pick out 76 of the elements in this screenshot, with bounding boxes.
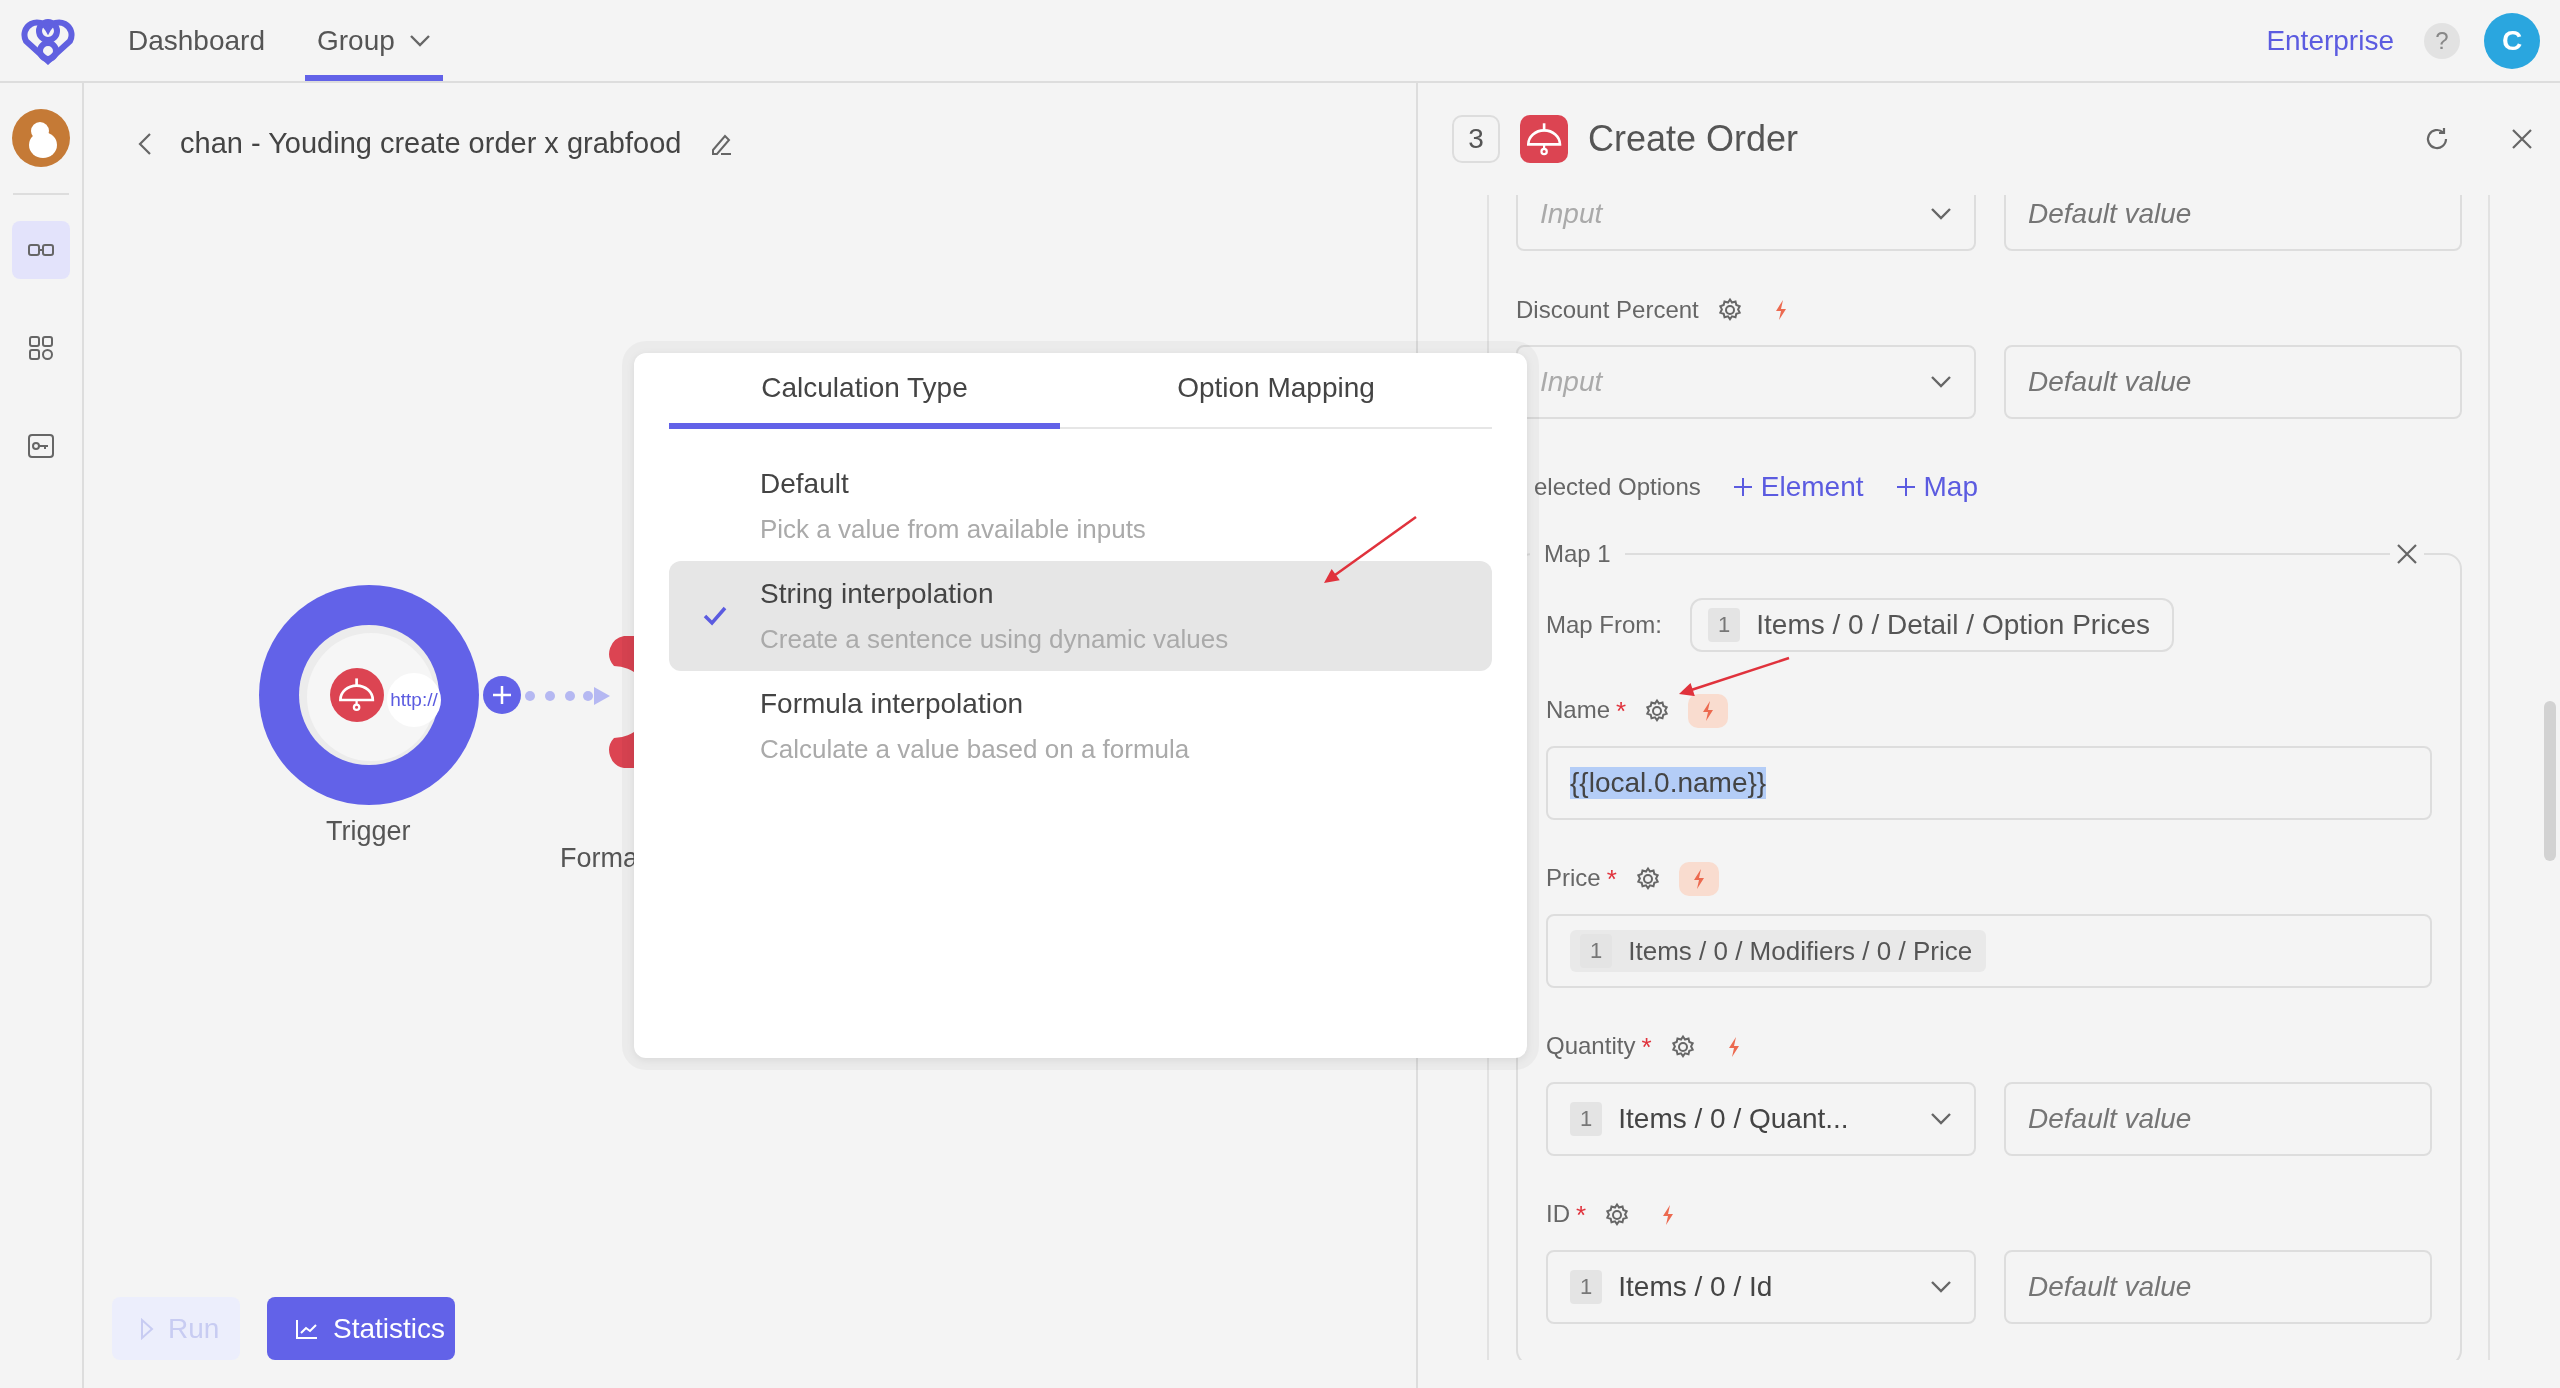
- path-text: Items / 0 / Quant...: [1618, 1103, 1849, 1135]
- index-badge: 1: [1570, 1102, 1603, 1136]
- field-label: ID: [1546, 1199, 1570, 1229]
- key-icon[interactable]: [27, 432, 55, 460]
- section-label: elected Options: [1534, 473, 1701, 501]
- formula-toggle[interactable]: [1688, 694, 1729, 728]
- field-label: Quantity: [1546, 1031, 1636, 1061]
- close-icon[interactable]: [2510, 127, 2534, 151]
- refresh-icon[interactable]: [2424, 126, 2450, 152]
- nav-tab[interactable]: Dashboard: [116, 0, 277, 81]
- node-label: Trigger: [326, 816, 411, 847]
- nav-tab[interactable]: Group: [305, 0, 443, 81]
- chevron-down-icon[interactable]: [1930, 207, 1952, 221]
- plus-icon: [1732, 477, 1753, 497]
- popup-tab[interactable]: Calculation Type: [669, 353, 1060, 429]
- default-value-field[interactable]: Default value: [2004, 1082, 2432, 1156]
- close-icon[interactable]: [2396, 543, 2418, 565]
- field-label: Map From:: [1546, 611, 1662, 639]
- path-text: Items / 0 / Detail / Option Prices: [1756, 609, 2150, 641]
- default-value-field[interactable]: Default value: [2004, 345, 2462, 419]
- required-mark: *: [1616, 695, 1627, 727]
- back-icon[interactable]: [138, 131, 152, 156]
- default-value-field[interactable]: Default value: [2004, 1250, 2432, 1324]
- sidebar-button[interactable]: [12, 221, 70, 279]
- chevron-down-icon[interactable]: [1930, 1280, 1952, 1294]
- bolt-icon[interactable]: [1661, 1204, 1676, 1226]
- bolt-icon[interactable]: [1726, 1036, 1741, 1058]
- required-mark: *: [1576, 1199, 1587, 1231]
- calculation-option[interactable]: String interpolation Create a sentence using dynamic values: [669, 561, 1492, 671]
- field-label: Discount Percent: [1516, 296, 1699, 324]
- settings-icon[interactable]: [1634, 866, 1661, 892]
- select-field[interactable]: 1 Items / 0 / Quant...: [1546, 1082, 1976, 1156]
- formula-toggle[interactable]: [1678, 862, 1719, 896]
- plus-icon: [1895, 477, 1916, 497]
- source-chip[interactable]: 1 Items / 0 / Detail / Option Prices: [1690, 598, 2174, 652]
- path-text: Items / 0 / Modifiers / 0 / Price: [1628, 935, 1973, 967]
- field-label: Name: [1546, 695, 1611, 725]
- trigger-node[interactable]: [257, 583, 481, 807]
- add-link[interactable]: Map: [1895, 471, 1978, 503]
- required-mark: *: [1641, 1031, 1652, 1063]
- path-text: Items / 0 / Id: [1618, 1271, 1773, 1303]
- default-value-field[interactable]: Default value: [2004, 195, 2462, 251]
- plan-link[interactable]: Enterprise: [2266, 24, 2394, 57]
- field-label: Price: [1546, 863, 1601, 893]
- mapped-field[interactable]: 1 Items / 0 / Modifiers / 0 / Price: [1546, 914, 2432, 988]
- text-field[interactable]: {{local.0.name}}: [1546, 746, 2432, 820]
- popup-tab[interactable]: Option Mapping: [1060, 353, 1492, 429]
- scrollbar-thumb[interactable]: [2544, 701, 2556, 861]
- statistics-button[interactable]: Statistics: [267, 1297, 455, 1360]
- map-legend: Map 1: [1530, 540, 1625, 568]
- settings-icon[interactable]: [1716, 297, 1743, 323]
- workflow-title: chan - Youding create order x grabfood: [180, 127, 682, 160]
- link-icon: [28, 244, 54, 256]
- chevron-down-icon[interactable]: [1930, 375, 1952, 389]
- step-number: 3: [1452, 115, 1500, 163]
- calculation-option[interactable]: Default Pick a value from available inputs: [669, 451, 1492, 561]
- apps-icon[interactable]: [27, 334, 55, 362]
- chevron-down-icon[interactable]: [1930, 1112, 1952, 1126]
- chart-icon: [295, 1317, 319, 1340]
- calculation-option[interactable]: Formula interpolation Calculate a value based on a formula: [669, 671, 1492, 781]
- settings-icon[interactable]: [1604, 1202, 1631, 1228]
- add-link[interactable]: Element: [1732, 471, 1864, 503]
- required-mark: *: [1606, 863, 1617, 895]
- panel-title: Create Order: [1588, 118, 1800, 160]
- avatar-icon[interactable]: [12, 109, 70, 167]
- check-icon: [702, 606, 727, 626]
- bolt-icon[interactable]: [1773, 299, 1788, 321]
- settings-icon[interactable]: [1669, 1034, 1696, 1060]
- play-icon: [140, 1317, 154, 1340]
- select-field[interactable]: 1 Items / 0 / Id: [1546, 1250, 1976, 1324]
- index-badge: 1: [1708, 608, 1741, 642]
- index-badge: 1: [1580, 934, 1613, 968]
- index-badge: 1: [1570, 1270, 1603, 1304]
- settings-icon[interactable]: [1644, 698, 1671, 724]
- add-node-icon[interactable]: [482, 675, 522, 715]
- bell-icon: [1520, 115, 1568, 163]
